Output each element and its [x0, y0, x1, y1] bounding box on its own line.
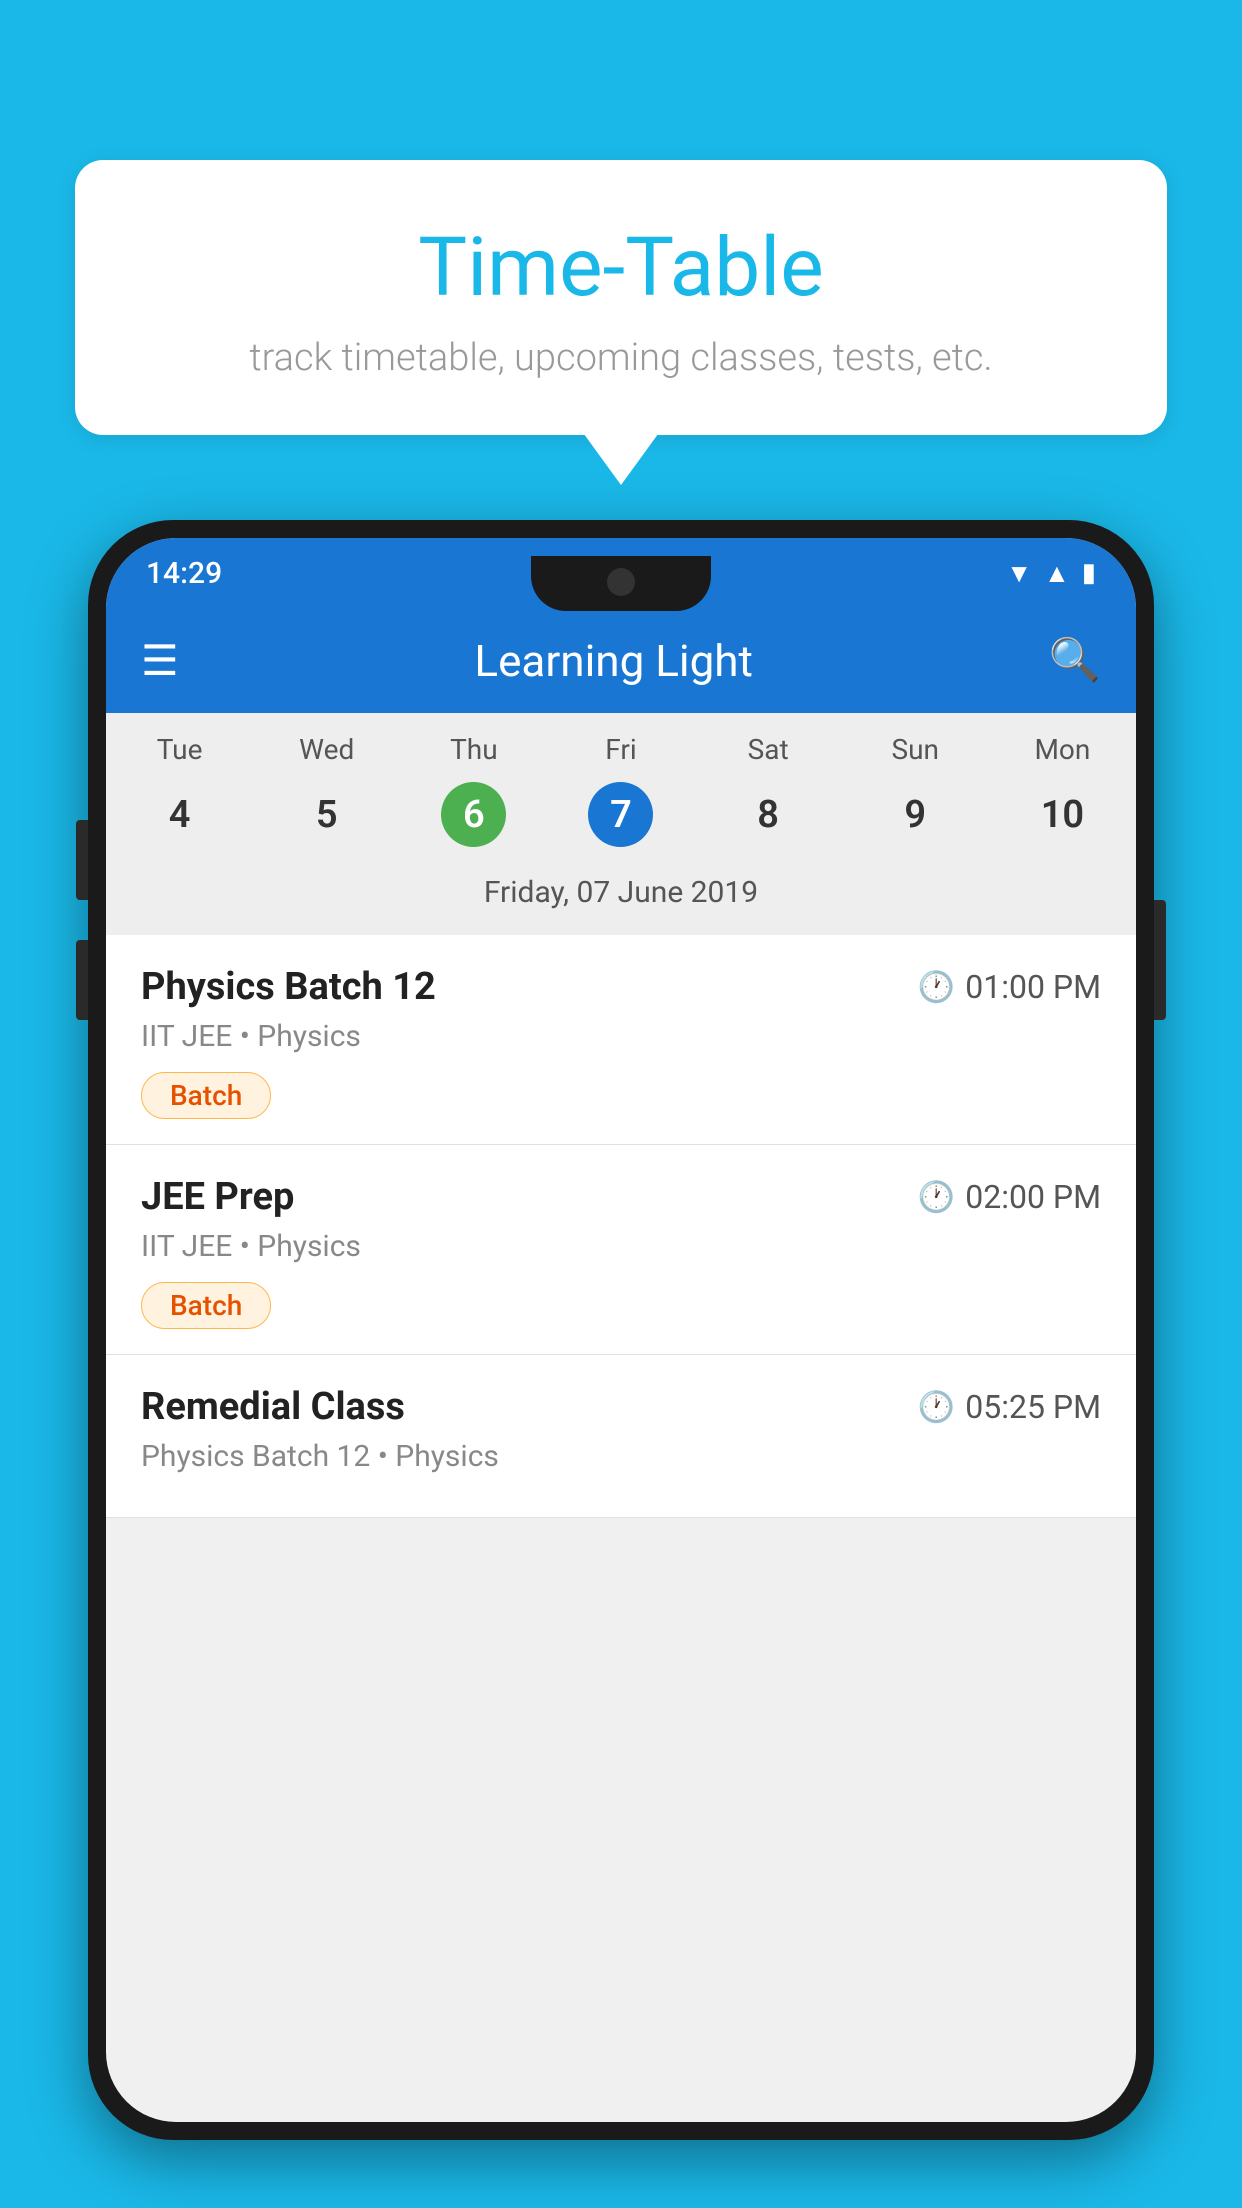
bubble-subtitle: track timetable, upcoming classes, tests…: [125, 336, 1117, 380]
wifi-icon: ▼: [1006, 558, 1032, 589]
schedule-sub-1: IIT JEE • Physics: [141, 1019, 1101, 1054]
search-icon[interactable]: 🔍: [1049, 636, 1101, 685]
day-label-fri: Fri: [547, 733, 694, 766]
day-9[interactable]: 9: [842, 774, 989, 855]
day-label-thu: Thu: [400, 733, 547, 766]
day-4[interactable]: 4: [106, 774, 253, 855]
signal-icon: ▲: [1044, 558, 1070, 589]
power-button: [1154, 900, 1166, 1020]
schedule-title-1: Physics Batch 12: [141, 965, 436, 1009]
day-6[interactable]: 6: [400, 774, 547, 855]
day-label-mon: Mon: [989, 733, 1136, 766]
schedule-time-1: 🕐 01:00 PM: [918, 968, 1101, 1006]
hamburger-icon[interactable]: ☰: [141, 636, 179, 686]
day-7[interactable]: 7: [547, 774, 694, 855]
clock-icon-3: 🕐: [918, 1390, 955, 1425]
schedule-item-2[interactable]: JEE Prep 🕐 02:00 PM IIT JEE • Physics Ba…: [106, 1145, 1136, 1355]
app-bar-title: Learning Light: [474, 635, 753, 687]
schedule-time-3: 🕐 05:25 PM: [918, 1388, 1101, 1426]
day-8[interactable]: 8: [695, 774, 842, 855]
schedule-title-2: JEE Prep: [141, 1175, 294, 1219]
calendar-strip: Tue Wed Thu Fri Sat Sun Mon 4 5 6 7 8 9 …: [106, 713, 1136, 935]
batch-badge-2: Batch: [141, 1282, 271, 1329]
day-label-sun: Sun: [842, 733, 989, 766]
selected-date: Friday, 07 June 2019: [106, 865, 1136, 925]
status-icons: ▼ ▲ ▮: [1006, 558, 1096, 589]
day-label-sat: Sat: [695, 733, 842, 766]
phone-frame: 14:29 ▼ ▲ ▮ ☰ Learning Light 🔍 Tue Wed T…: [88, 520, 1154, 2140]
status-time: 14:29: [146, 556, 222, 591]
schedule-item-3[interactable]: Remedial Class 🕐 05:25 PM Physics Batch …: [106, 1355, 1136, 1518]
clock-icon-2: 🕐: [918, 1180, 955, 1215]
batch-badge-1: Batch: [141, 1072, 271, 1119]
volume-down-button: [76, 940, 88, 1020]
phone-notch: [531, 556, 711, 611]
schedule-time-2: 🕐 02:00 PM: [918, 1178, 1101, 1216]
schedule-sub-2: IIT JEE • Physics: [141, 1229, 1101, 1264]
phone-screen: 14:29 ▼ ▲ ▮ ☰ Learning Light 🔍 Tue Wed T…: [106, 538, 1136, 2122]
schedule-sub-3: Physics Batch 12 • Physics: [141, 1439, 1101, 1474]
app-bar: ☰ Learning Light 🔍: [106, 608, 1136, 713]
day-label-wed: Wed: [253, 733, 400, 766]
day-numbers: 4 5 6 7 8 9 10: [106, 774, 1136, 855]
day-5[interactable]: 5: [253, 774, 400, 855]
front-camera: [607, 568, 635, 596]
phone-container: 14:29 ▼ ▲ ▮ ☰ Learning Light 🔍 Tue Wed T…: [88, 520, 1154, 2208]
speech-bubble: Time-Table track timetable, upcoming cla…: [75, 160, 1167, 435]
schedule-list: Physics Batch 12 🕐 01:00 PM IIT JEE • Ph…: [106, 935, 1136, 1518]
bubble-title: Time-Table: [125, 220, 1117, 316]
schedule-title-3: Remedial Class: [141, 1385, 405, 1429]
day-10[interactable]: 10: [989, 774, 1136, 855]
volume-up-button: [76, 820, 88, 900]
day-label-tue: Tue: [106, 733, 253, 766]
schedule-item-1[interactable]: Physics Batch 12 🕐 01:00 PM IIT JEE • Ph…: [106, 935, 1136, 1145]
battery-icon: ▮: [1082, 558, 1096, 588]
day-headers: Tue Wed Thu Fri Sat Sun Mon: [106, 733, 1136, 766]
clock-icon-1: 🕐: [918, 970, 955, 1005]
